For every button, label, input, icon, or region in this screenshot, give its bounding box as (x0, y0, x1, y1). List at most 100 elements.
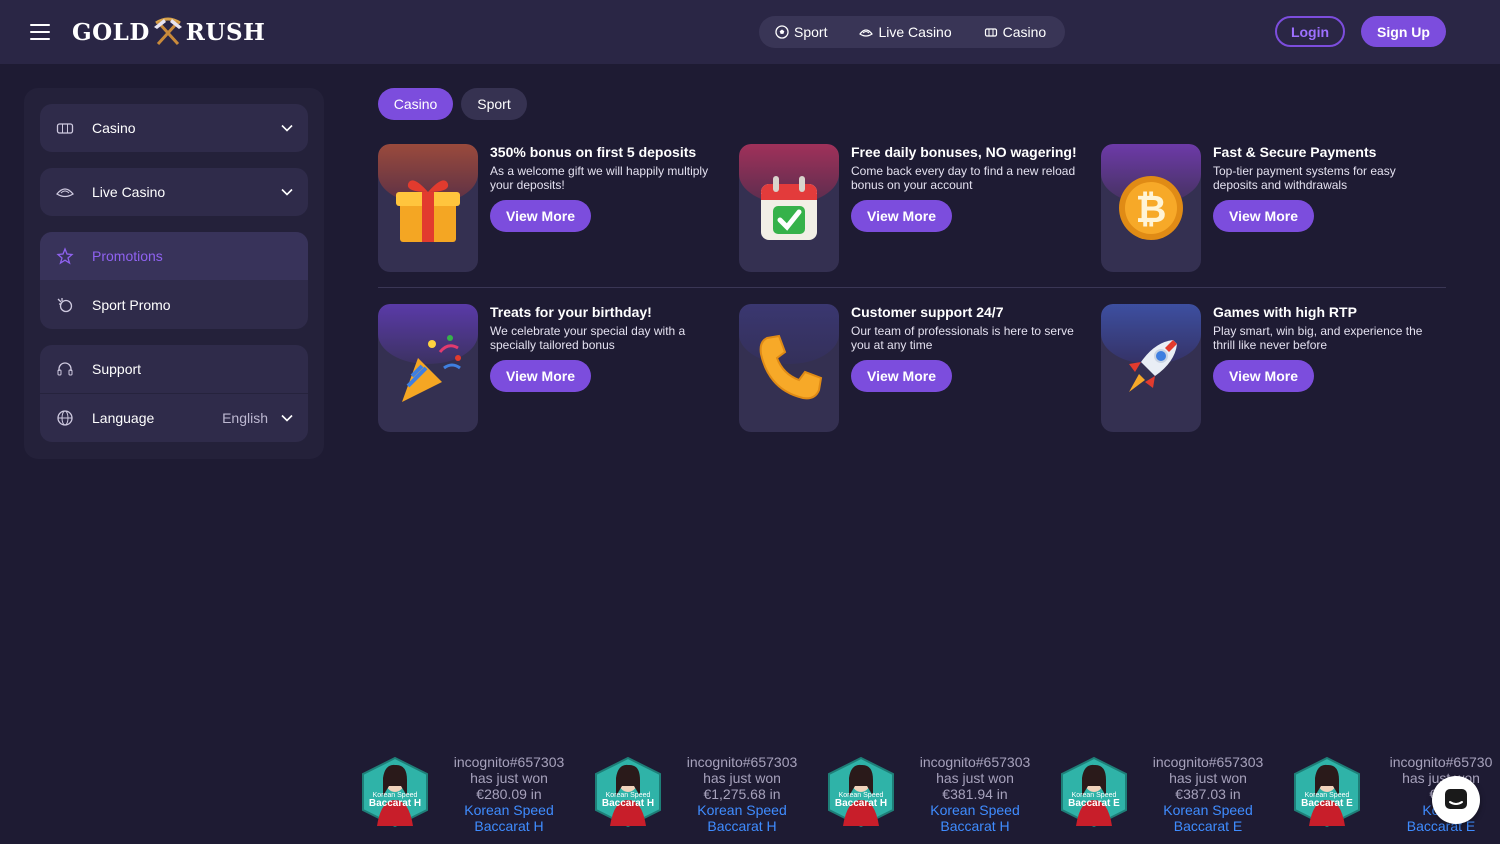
divider (378, 287, 1446, 288)
winner-game-link[interactable]: Korean Speed (441, 802, 577, 818)
winner-text: incognito#657303 has just won €387.03 in… (1140, 754, 1276, 834)
phone-icon (759, 334, 823, 400)
soccer-ball-icon (775, 25, 789, 39)
winner-user: incognito#65730 (1389, 754, 1493, 770)
nav-casino[interactable]: Casino (984, 24, 1047, 40)
nav-sport-label: Sport (794, 24, 828, 40)
sidebar-item-sport-promo[interactable]: Sport Promo (40, 280, 308, 329)
promo-description: Play smart, win big, and experience the … (1213, 324, 1423, 352)
header: GOLD RUSH Sport Live Casino Casino Login… (0, 0, 1500, 64)
winner-user: incognito#657303 (686, 754, 798, 770)
chevron-down-icon (281, 414, 293, 422)
winner-action: has just won (936, 770, 1014, 786)
winner-item[interactable]: Korean Speed Baccarat H incognito#657303… (361, 754, 594, 834)
winner-game-link[interactable]: Baccarat E (1140, 818, 1276, 834)
winner-game-link[interactable]: Korean Speed (907, 802, 1043, 818)
promo-title: 350% bonus on first 5 deposits (490, 144, 697, 160)
sidebar-item-live-casino[interactable]: Live Casino (40, 168, 308, 216)
sidebar-item-promotions-label: Promotions (92, 248, 163, 264)
promo-title: Fast & Secure Payments (1213, 144, 1377, 160)
svg-text:₿: ₿ (1136, 187, 1167, 231)
game-thumbnail: Korean Speed Baccarat E (1061, 756, 1127, 828)
promo-description: Come back every day to find a new reload… (851, 164, 1076, 192)
chevron-down-icon (281, 188, 293, 196)
dealer-hat-icon (859, 29, 874, 37)
headset-icon (56, 360, 74, 378)
winner-amount: €1,275.68 in (703, 786, 781, 802)
promo-card: Free daily bonuses, NO wagering! Come ba… (739, 144, 1079, 272)
view-more-button[interactable]: View More (1213, 360, 1314, 392)
party-popper-icon (402, 335, 461, 402)
slot-machine-icon (56, 119, 74, 137)
logo[interactable]: GOLD RUSH (72, 17, 265, 47)
winner-item[interactable]: Korean Speed Baccarat E incognito#657303… (1060, 754, 1293, 834)
view-more-button[interactable]: View More (490, 200, 591, 232)
sidebar-group-casino: Casino (40, 104, 308, 152)
view-more-button[interactable]: View More (851, 360, 952, 392)
promo-thumbnail (1101, 304, 1201, 432)
login-button[interactable]: Login (1275, 16, 1345, 47)
sidebar: Casino Live Casino Promotions Sport Prom… (24, 88, 324, 459)
dealer-hat-icon (56, 183, 74, 201)
game-thumb-bottom: Baccarat H (602, 798, 654, 809)
promo-title: Customer support 24/7 (851, 304, 1004, 320)
globe-icon (56, 409, 74, 427)
promo-title: Free daily bonuses, NO wagering! (851, 144, 1077, 160)
promo-thumbnail (378, 304, 478, 432)
nav-sport[interactable]: Sport (775, 24, 827, 40)
game-thumb-bottom: Baccarat H (369, 798, 421, 809)
promo-description: Top-tier payment systems for easy deposi… (1213, 164, 1396, 192)
promo-title: Games with high RTP (1213, 304, 1357, 320)
sidebar-item-language[interactable]: Language English (40, 394, 308, 442)
promo-card: ₿ Fast & Secure Payments Top-tier paymen… (1101, 144, 1441, 272)
pickaxe-icon (153, 17, 182, 46)
tab-sport[interactable]: Sport (461, 88, 527, 120)
winner-action: has just won (1169, 770, 1247, 786)
sidebar-item-sport-promo-label: Sport Promo (92, 296, 171, 313)
logo-text-rush: RUSH (185, 18, 266, 46)
sidebar-item-language-label: Language (92, 410, 155, 426)
nav-live-casino-label: Live Casino (878, 24, 952, 40)
sidebar-group-settings: Support Language English (40, 345, 308, 442)
sport-promo-icon (56, 296, 74, 314)
sidebar-item-casino[interactable]: Casino (40, 104, 308, 152)
chat-button[interactable] (1432, 776, 1480, 824)
menu-icon[interactable] (30, 24, 50, 40)
game-thumbnail: Korean Speed Baccarat H (828, 756, 894, 828)
promo-description: As a welcome gift we will happily multip… (490, 164, 709, 192)
winner-action: has just won (703, 770, 781, 786)
game-thumbnail: Korean Speed Baccarat H (595, 756, 661, 828)
tab-casino[interactable]: Casino (378, 88, 453, 120)
promo-thumbnail: ₿ (1101, 144, 1201, 272)
winner-game-link[interactable]: Baccarat E (1373, 818, 1500, 834)
game-thumb-bottom: Baccarat E (1301, 798, 1353, 809)
rocket-icon (1129, 340, 1177, 392)
promo-card: Customer support 24/7 Our team of profes… (739, 304, 1079, 432)
sidebar-item-support[interactable]: Support (40, 345, 308, 393)
winner-item[interactable]: Korean Speed Baccarat H incognito#657303… (827, 754, 1060, 834)
game-thumbnail: Korean Speed Baccarat H (362, 756, 428, 828)
view-more-button[interactable]: View More (1213, 200, 1314, 232)
nav-live-casino[interactable]: Live Casino (859, 24, 952, 40)
nav-casino-label: Casino (1002, 24, 1047, 40)
sidebar-group-live-casino: Live Casino (40, 168, 308, 216)
winner-game-link[interactable]: Baccarat H (907, 818, 1043, 834)
view-more-button[interactable]: View More (851, 200, 952, 232)
winner-game-link[interactable]: Baccarat H (441, 818, 577, 834)
winner-game-link[interactable]: Baccarat H (674, 818, 810, 834)
view-more-button[interactable]: View More (490, 360, 591, 392)
bitcoin-icon: ₿ (1119, 176, 1183, 240)
winner-game-link[interactable]: Korean Speed (1140, 802, 1276, 818)
chat-icon (1445, 789, 1467, 809)
game-thumb-bottom: Baccarat H (835, 798, 887, 809)
winner-text: incognito#657303 has just won €1,275.68 … (674, 754, 810, 834)
winner-game-link[interactable]: Korean Speed (674, 802, 810, 818)
promo-card: Treats for your birthday! We celebrate y… (378, 304, 718, 432)
sidebar-item-promotions[interactable]: Promotions (40, 232, 308, 280)
winner-action: has just won (470, 770, 548, 786)
winner-item[interactable]: Korean Speed Baccarat H incognito#657303… (594, 754, 827, 834)
promo-thumbnail (378, 144, 478, 272)
promo-description: We celebrate your special day with a spe… (490, 324, 686, 352)
sidebar-item-live-casino-label: Live Casino (92, 184, 166, 200)
signup-button[interactable]: Sign Up (1361, 16, 1446, 47)
